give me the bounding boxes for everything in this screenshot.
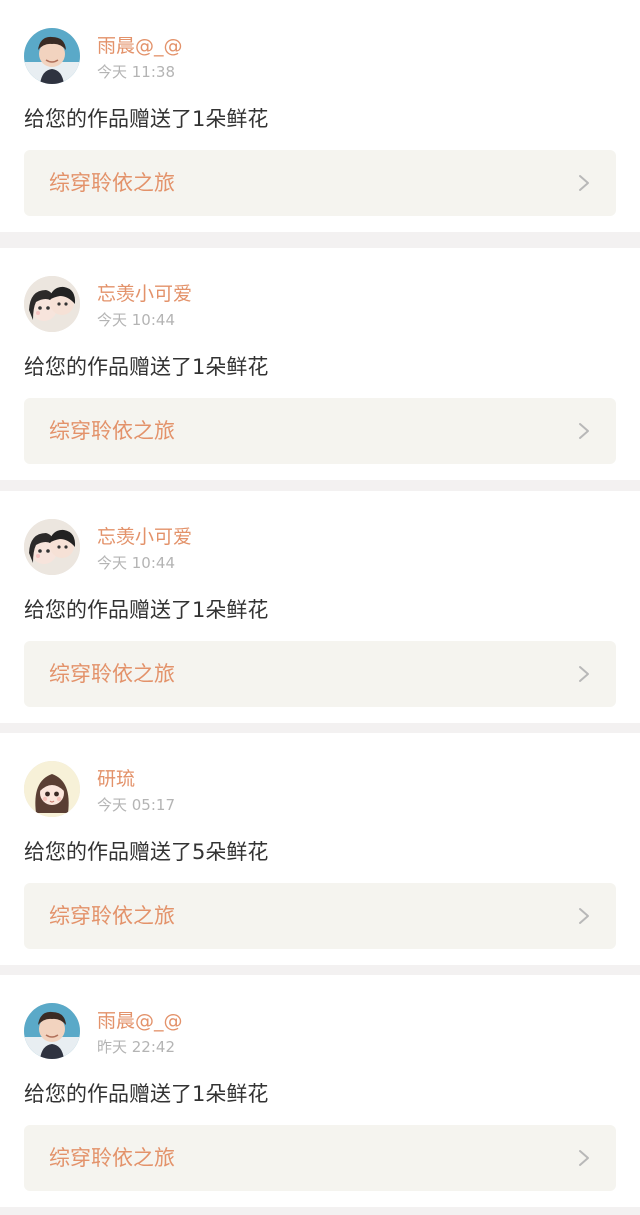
notification-card: 雨晨@_@ 今天 11:38 给您的作品赠送了1朵鲜花 综穿聆依之旅 bbox=[0, 0, 640, 232]
gift-message: 给您的作品赠送了1朵鲜花 bbox=[24, 107, 269, 131]
user-avatar[interactable] bbox=[24, 761, 80, 817]
user-avatar[interactable] bbox=[24, 1003, 80, 1059]
timestamp: 今天 10:44 bbox=[97, 311, 175, 329]
book-title: 综穿聆依之旅 bbox=[49, 662, 175, 686]
young-man-photo-avatar-icon bbox=[24, 1003, 80, 1059]
notification-card: 雨晨@_@ 昨天 22:42 给您的作品赠送了1朵鲜花 综穿聆依之旅 bbox=[0, 975, 640, 1207]
book-link[interactable]: 综穿聆依之旅 bbox=[24, 1125, 616, 1191]
gift-message: 给您的作品赠送了1朵鲜花 bbox=[24, 355, 269, 379]
book-link[interactable]: 综穿聆依之旅 bbox=[24, 398, 616, 464]
book-title: 综穿聆依之旅 bbox=[49, 904, 175, 928]
timestamp: 今天 05:17 bbox=[97, 796, 175, 814]
username[interactable]: 研琉 bbox=[97, 767, 135, 791]
username[interactable]: 忘羡小可爱 bbox=[97, 525, 192, 549]
young-man-photo-avatar-icon bbox=[24, 28, 80, 84]
notification-card: 忘羡小可爱 今天 10:44 给您的作品赠送了1朵鲜花 综穿聆依之旅 bbox=[0, 248, 640, 480]
username[interactable]: 雨晨@_@ bbox=[97, 34, 183, 58]
gift-notification-feed: 雨晨@_@ 今天 11:38 给您的作品赠送了1朵鲜花 综穿聆依之旅 忘羡小可爱… bbox=[0, 0, 640, 1215]
cartoon-couple-avatar-icon bbox=[24, 519, 80, 575]
gift-message: 给您的作品赠送了5朵鲜花 bbox=[24, 840, 269, 864]
chevron-right-icon bbox=[579, 1150, 589, 1166]
notification-card: 研琉 今天 05:17 给您的作品赠送了5朵鲜花 综穿聆依之旅 bbox=[0, 733, 640, 965]
user-avatar[interactable] bbox=[24, 28, 80, 84]
chevron-right-icon bbox=[579, 423, 589, 439]
user-avatar[interactable] bbox=[24, 519, 80, 575]
book-link[interactable]: 综穿聆依之旅 bbox=[24, 150, 616, 216]
username[interactable]: 忘羡小可爱 bbox=[97, 282, 192, 306]
notification-card: 忘羡小可爱 今天 10:44 给您的作品赠送了1朵鲜花 综穿聆依之旅 bbox=[0, 491, 640, 723]
chevron-right-icon bbox=[579, 908, 589, 924]
book-title: 综穿聆依之旅 bbox=[49, 1146, 175, 1170]
timestamp: 昨天 22:42 bbox=[97, 1038, 175, 1056]
book-link[interactable]: 综穿聆依之旅 bbox=[24, 883, 616, 949]
chevron-right-icon bbox=[579, 175, 589, 191]
user-avatar[interactable] bbox=[24, 276, 80, 332]
book-title: 综穿聆依之旅 bbox=[49, 171, 175, 195]
username[interactable]: 雨晨@_@ bbox=[97, 1009, 183, 1033]
cartoon-girl-avatar-icon bbox=[24, 761, 80, 817]
timestamp: 今天 11:38 bbox=[97, 63, 175, 81]
cartoon-couple-avatar-icon bbox=[24, 276, 80, 332]
book-link[interactable]: 综穿聆依之旅 bbox=[24, 641, 616, 707]
gift-message: 给您的作品赠送了1朵鲜花 bbox=[24, 1082, 269, 1106]
book-title: 综穿聆依之旅 bbox=[49, 419, 175, 443]
gift-message: 给您的作品赠送了1朵鲜花 bbox=[24, 598, 269, 622]
timestamp: 今天 10:44 bbox=[97, 554, 175, 572]
chevron-right-icon bbox=[579, 666, 589, 682]
